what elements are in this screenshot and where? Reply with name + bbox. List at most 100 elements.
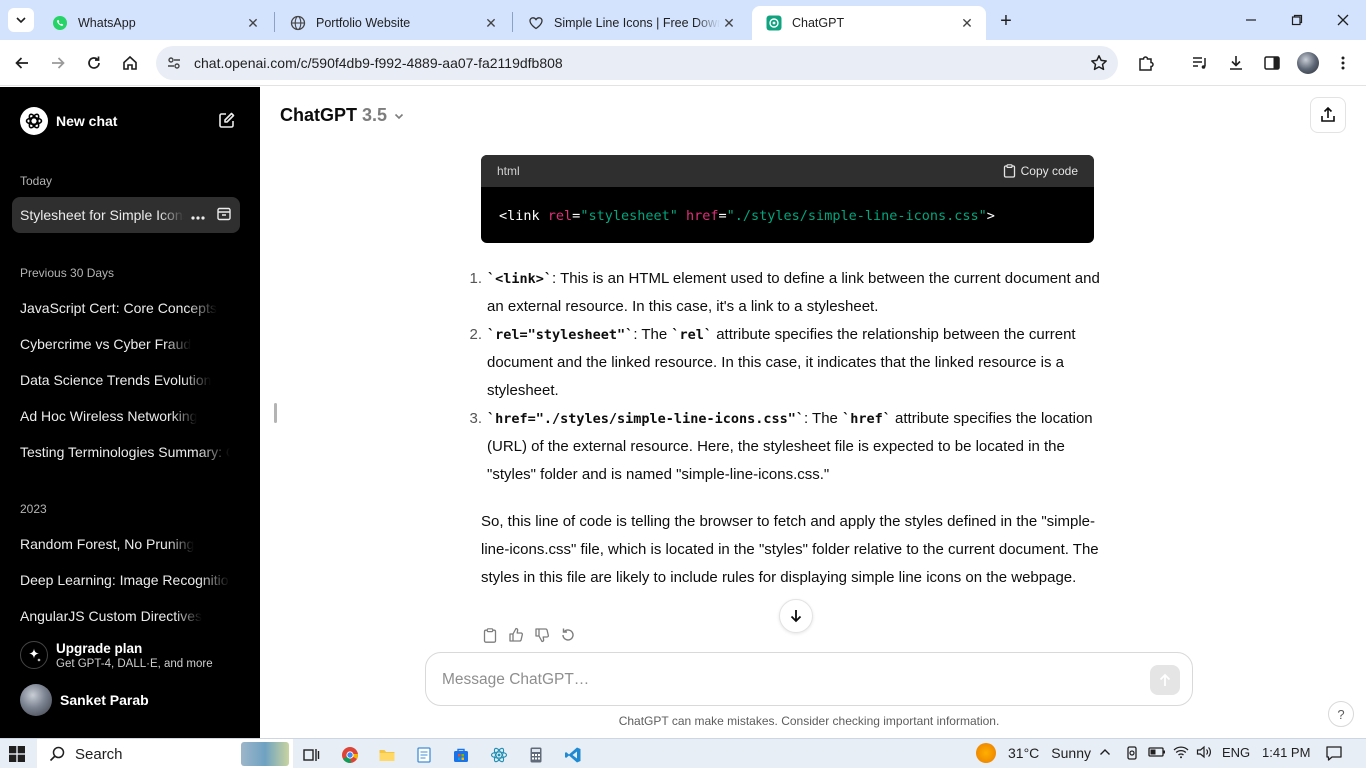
reload-button[interactable] [82,51,106,75]
taskbar-search[interactable]: Search [37,739,293,768]
home-button[interactable] [118,51,142,75]
chat-item-stylesheet[interactable]: Stylesheet for Simple Icons [12,197,240,233]
new-tab-button[interactable]: + [994,9,1018,33]
forward-button[interactable] [46,51,70,75]
summary-paragraph: So, this line of code is telling the bro… [481,513,1099,586]
message-actions [482,627,576,643]
wifi-icon[interactable] [1173,745,1189,759]
chat-item[interactable]: AngularJS Custom Directives [12,598,240,634]
close-icon[interactable]: ✕ [720,14,738,32]
tab-simple-line-icons[interactable]: Simple Line Icons | Free Downlo ✕ [514,6,748,40]
sun-icon [976,743,996,763]
battery-icon[interactable] [1148,745,1166,759]
inline-code: `rel="stylesheet"` [487,327,634,343]
share-button[interactable] [1310,97,1346,133]
media-controls-button[interactable] [1188,51,1212,75]
inline-code: `href="./styles/simple-line-icons.css"` [487,411,804,427]
react-app-icon[interactable] [486,742,512,768]
side-panel-icon [1264,56,1280,70]
thumbs-up-icon[interactable] [508,627,524,643]
store-app-icon[interactable] [448,742,474,768]
chat-item[interactable]: Random Forest, No Pruning [12,526,240,562]
vscode-icon[interactable] [560,742,586,768]
task-view-icon[interactable] [298,742,324,768]
upgrade-title: Upgrade plan [56,640,143,656]
list-number: 1. [469,270,482,287]
message-input[interactable] [442,667,1132,693]
upgrade-plan-button[interactable]: Upgrade plan Get GPT-4, DALL·E, and more [12,635,240,675]
help-button[interactable]: ? [1328,701,1354,727]
notification-icon[interactable] [1325,745,1343,761]
clock-time[interactable]: 1:41 PM [1262,745,1310,760]
chat-title: AngularJS Custom Directives [20,608,203,624]
calculator-icon[interactable] [523,742,549,768]
tab-chatgpt[interactable]: ChatGPT ✕ [752,6,986,40]
restore-icon [1291,14,1303,26]
model-selector[interactable]: ChatGPT 3.5 [280,105,405,126]
close-icon[interactable]: ✕ [244,14,262,32]
chevron-up-icon[interactable] [1098,745,1112,759]
back-button[interactable] [10,51,34,75]
url-text[interactable]: chat.openai.com/c/590f4db9-f992-4889-aa0… [194,55,563,71]
chevron-down-icon [16,17,26,24]
chat-item[interactable]: Cybercrime vs Cyber Fraud [12,326,240,362]
tab-search-button[interactable] [8,8,34,32]
input-language[interactable]: ENG [1222,745,1250,760]
chrome-app-icon[interactable] [337,742,363,768]
explanation-list: 1. `<link>`: This is an HTML element use… [462,265,1102,489]
user-menu[interactable]: Sanket Parab [12,683,240,717]
puzzle-icon [1139,56,1154,71]
extensions-button[interactable] [1134,51,1158,75]
send-button[interactable] [1150,665,1180,695]
chat-item[interactable]: Ad Hoc Wireless Networking [12,398,240,434]
regenerate-icon[interactable] [560,627,576,643]
edit-icon[interactable] [218,111,236,134]
file-explorer-icon[interactable] [374,742,400,768]
volume-icon[interactable] [1196,745,1212,759]
restore-button[interactable] [1274,0,1320,40]
chat-title: Deep Learning: Image Recognition [20,572,230,588]
clipboard-icon [1003,164,1015,178]
downloads-button[interactable] [1224,51,1248,75]
list-item: 3. `href="./styles/simple-line-icons.css… [462,405,1102,489]
minimize-button[interactable] [1228,0,1274,40]
section-title-today: Today [20,174,53,188]
profile-avatar[interactable] [1296,51,1320,75]
copy-icon[interactable] [482,627,498,643]
chat-item[interactable]: JavaScript Cert: Core Concepts [12,290,240,326]
address-bar[interactable]: chat.openai.com/c/590f4db9-f992-4889-aa0… [156,46,1118,80]
openai-logo-icon [20,107,48,135]
chat-title: Random Forest, No Pruning [20,536,195,552]
meet-now-icon[interactable] [1124,745,1140,761]
tab-portfolio-website[interactable]: Portfolio Website ✕ [276,6,510,40]
windows-taskbar: Search 31°C Sunny ENG 1:41 PM [0,738,1366,768]
chat-item[interactable]: Deep Learning: Image Recognition [12,562,240,598]
notepad-icon[interactable] [411,742,437,768]
sidebar-resize-handle[interactable] [274,403,277,423]
chat-main: ChatGPT 3.5 html Copy code <link rel="st… [260,87,1366,738]
bookmark-star-icon[interactable] [1090,54,1108,77]
chat-item[interactable]: Data Science Trends Evolution [12,362,240,398]
site-info-icon[interactable] [164,55,184,71]
new-chat-button[interactable]: New chat [12,99,240,143]
tab-whatsapp[interactable]: WhatsApp ✕ [38,6,272,40]
chat-item[interactable]: Testing Terminologies Summary: C [12,434,240,470]
close-icon[interactable]: ✕ [958,14,976,32]
side-panel-button[interactable] [1260,51,1284,75]
chat-title: Cybercrime vs Cyber Fraud [20,336,192,352]
copy-code-button[interactable]: Copy code [1003,164,1078,178]
tab-separator [512,12,513,32]
close-icon[interactable]: ✕ [482,14,500,32]
more-options-icon[interactable] [190,208,206,224]
archive-icon[interactable] [216,206,232,225]
search-icon [49,746,65,762]
scroll-to-bottom-button[interactable] [779,599,813,633]
thumbs-down-icon[interactable] [534,627,550,643]
browser-menu-button[interactable] [1331,51,1355,75]
weather-condition: Sunny [1051,745,1091,761]
taskbar-search-label: Search [75,745,123,763]
close-window-button[interactable] [1320,0,1366,40]
list-item: 2. `rel="stylesheet"`: The `rel` attribu… [462,321,1102,405]
windows-start-icon[interactable] [9,746,25,767]
weather-widget[interactable]: 31°C Sunny [976,743,1091,763]
